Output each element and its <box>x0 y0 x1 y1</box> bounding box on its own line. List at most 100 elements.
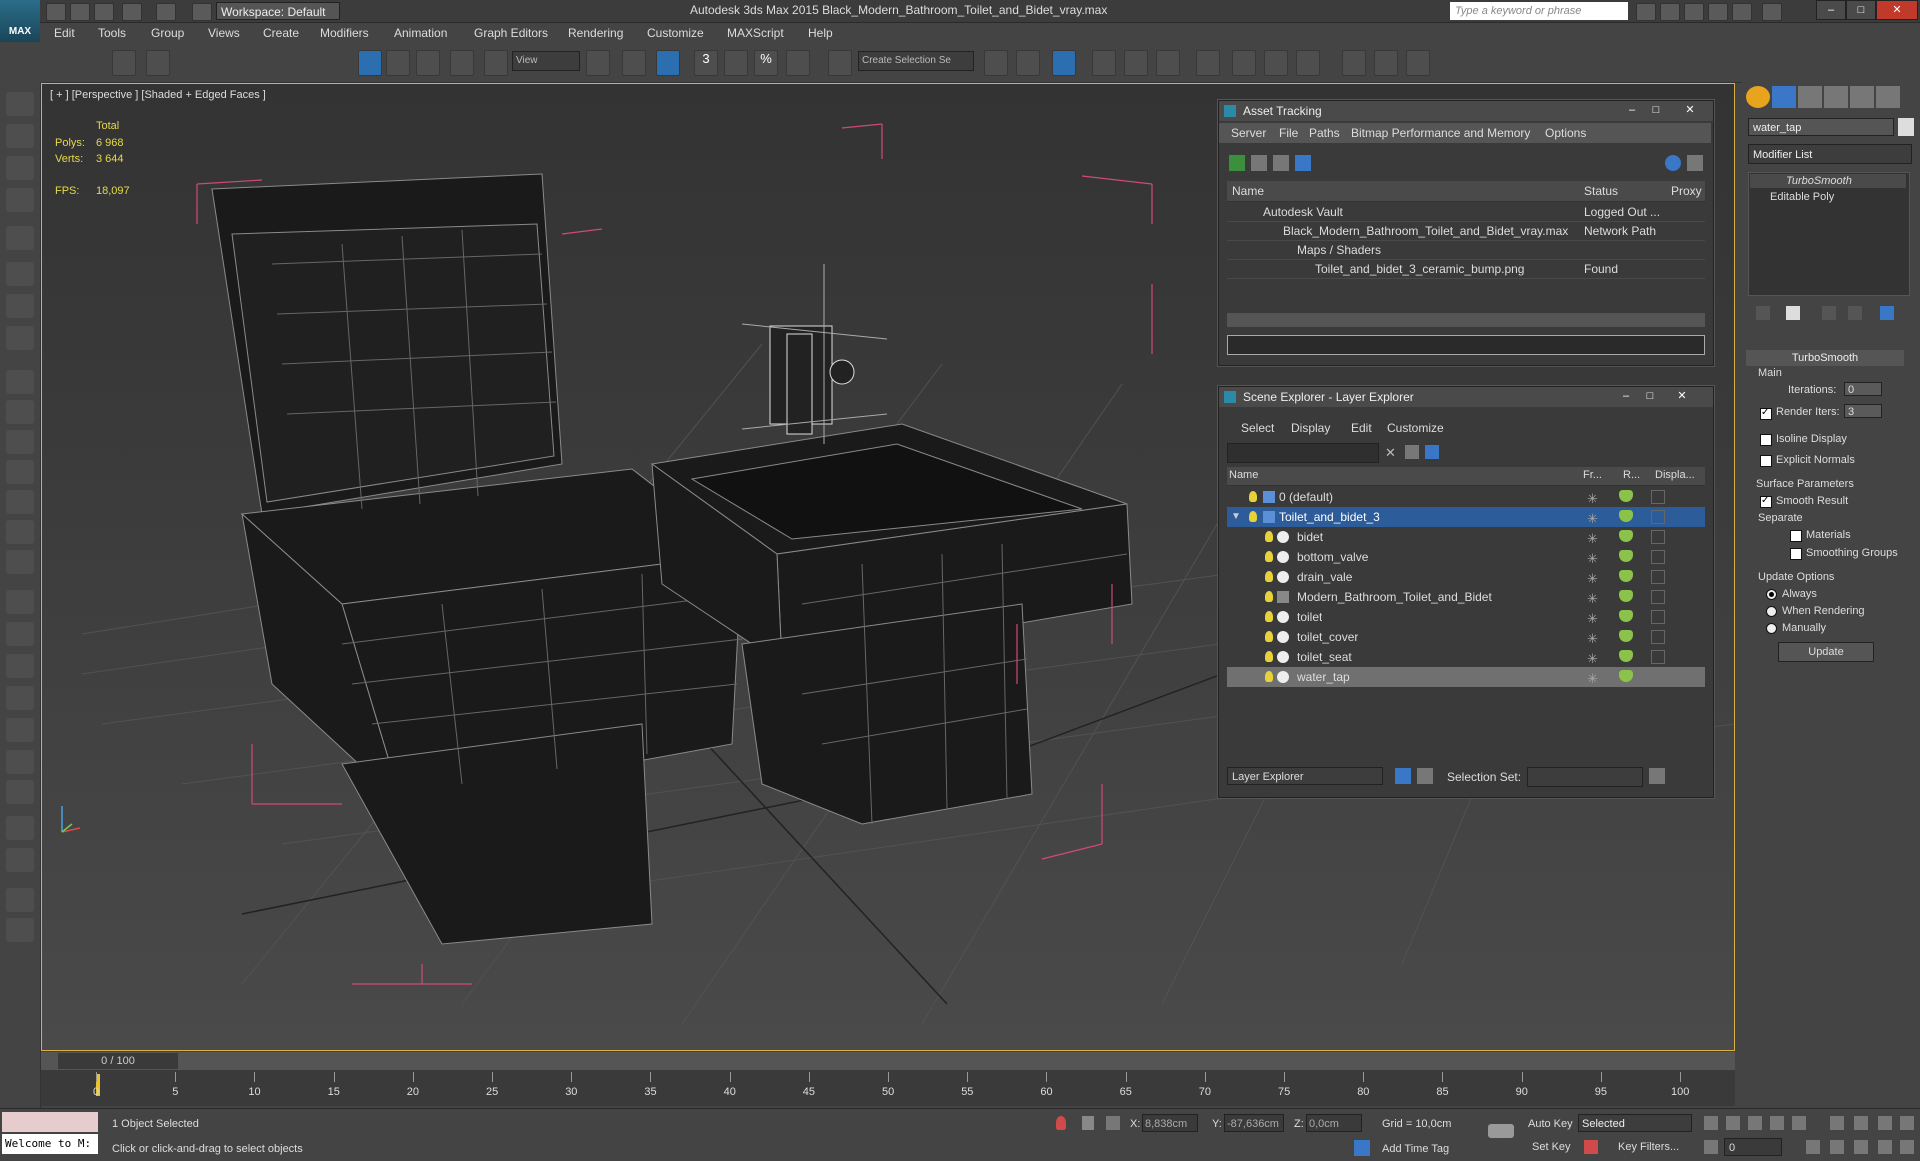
asset-maximize-button[interactable]: □ <box>1645 103 1667 118</box>
list-item[interactable]: water_tap ✳ <box>1227 667 1705 687</box>
display-box-icon[interactable] <box>1651 550 1665 564</box>
menu-help[interactable]: Help <box>808 26 833 40</box>
absolute-mode-icon[interactable] <box>1106 1116 1120 1130</box>
render-teapot-icon[interactable] <box>1619 650 1633 662</box>
percent-snap-icon[interactable]: % <box>754 50 778 76</box>
render-teapot-icon[interactable] <box>1619 510 1633 522</box>
se-minimize-button[interactable]: – <box>1615 389 1637 404</box>
time-tag-icon[interactable] <box>1354 1140 1370 1156</box>
material-editor-icon[interactable] <box>1196 50 1220 76</box>
render-teapot-icon[interactable] <box>1619 530 1633 542</box>
smoothing-groups-checkbox[interactable] <box>1790 548 1802 560</box>
render-teapot-icon[interactable] <box>1619 590 1633 602</box>
stack-item-editable-poly[interactable]: Editable Poly <box>1750 190 1906 204</box>
list-item[interactable]: bottom_valve ✳ <box>1227 547 1705 567</box>
se-close-button[interactable]: ✕ <box>1665 389 1699 404</box>
hair-icon[interactable] <box>6 750 34 774</box>
se-search-input[interactable] <box>1227 443 1379 463</box>
freeze-icon[interactable]: ✳ <box>1587 529 1598 549</box>
asset-menu-bitmap[interactable]: Bitmap Performance and Memory <box>1351 126 1530 140</box>
play-icon[interactable] <box>1748 1116 1762 1130</box>
z-coordinate-field[interactable]: 0,0cm <box>1306 1114 1362 1132</box>
list-item[interactable]: toilet_seat ✳ <box>1227 647 1705 667</box>
hierarchy-tab-icon[interactable] <box>1798 86 1822 108</box>
display-box-icon[interactable] <box>1651 650 1665 664</box>
field-of-view-icon[interactable] <box>1830 1140 1844 1154</box>
time-slider-thumb[interactable]: 0 / 100 <box>58 1053 178 1069</box>
stack-item-turbosmooth[interactable]: TurboSmooth <box>1750 174 1906 188</box>
col-freeze[interactable]: Fr... <box>1583 469 1602 481</box>
render-teapot-icon[interactable] <box>1619 630 1633 642</box>
time-configuration-icon[interactable] <box>1806 1140 1820 1154</box>
display-box-icon[interactable] <box>1651 510 1665 524</box>
rotate-icon[interactable] <box>416 50 440 76</box>
col-name[interactable]: Name <box>1229 469 1258 481</box>
display-box-icon[interactable] <box>1651 490 1665 504</box>
iterations-spinner[interactable]: 0 <box>1844 382 1882 396</box>
viewport-label[interactable]: [ + ] [Perspective ] [Shaded + Edged Fac… <box>50 89 266 101</box>
utilities-tab-icon[interactable] <box>1876 86 1900 108</box>
pivot-center-icon[interactable] <box>586 50 610 76</box>
help-icon[interactable] <box>1762 3 1782 21</box>
vray-paint-icon[interactable] <box>1374 50 1398 76</box>
lightbulb-icon[interactable] <box>1265 531 1273 542</box>
time-slider[interactable] <box>41 1052 1735 1070</box>
list-item[interactable]: toilet_cover ✳ <box>1227 627 1705 647</box>
freeze-icon[interactable]: ✳ <box>1587 489 1598 509</box>
named-selection-sets-dropdown[interactable]: Create Selection Se <box>858 51 974 71</box>
grid-icon[interactable] <box>6 188 34 212</box>
display-box-icon[interactable] <box>1651 630 1665 644</box>
zoom-extents-icon[interactable] <box>1878 1116 1892 1130</box>
when-rendering-radio[interactable] <box>1766 606 1777 617</box>
list-item[interactable]: toilet ✳ <box>1227 607 1705 627</box>
list-icon[interactable] <box>6 156 34 180</box>
mirror-icon[interactable] <box>984 50 1008 76</box>
explicit-normals-checkbox[interactable] <box>1760 455 1772 467</box>
render-setup-icon[interactable] <box>1232 50 1256 76</box>
search-input[interactable]: Type a keyword or phrase <box>1450 2 1628 20</box>
geosphere-icon[interactable] <box>6 780 34 804</box>
menu-animation[interactable]: Animation <box>394 26 447 40</box>
undo-icon[interactable] <box>122 3 142 21</box>
film-icon[interactable] <box>6 326 34 350</box>
particles-icon[interactable] <box>6 590 34 614</box>
render-window-icon[interactable] <box>6 124 34 148</box>
menu-modifiers[interactable]: Modifiers <box>320 26 369 40</box>
teapot-shape-icon[interactable] <box>6 460 34 484</box>
se-menu-select[interactable]: Select <box>1241 421 1274 435</box>
zoom-extents-all-icon[interactable] <box>1900 1116 1914 1130</box>
asset-settings-icon[interactable] <box>1687 155 1703 171</box>
pin-stack-icon[interactable] <box>1756 306 1770 320</box>
freeze-icon[interactable]: ✳ <box>1587 609 1598 629</box>
auto-key-button[interactable]: Auto Key <box>1528 1118 1573 1130</box>
binoculars-icon[interactable] <box>1636 3 1656 21</box>
refresh-icon[interactable] <box>1229 155 1245 171</box>
isolate-selection-icon[interactable] <box>1056 1116 1066 1130</box>
help-circle-icon[interactable] <box>6 918 34 942</box>
render-iters-checkbox[interactable] <box>1760 407 1772 420</box>
align-icon[interactable] <box>1016 50 1040 76</box>
menu-views[interactable]: Views <box>208 26 240 40</box>
favorites-icon[interactable] <box>1708 3 1728 21</box>
freeze-icon[interactable]: ✳ <box>1587 669 1598 689</box>
menu-customize[interactable]: Customize <box>647 26 704 40</box>
set-key-button[interactable]: Set Key <box>1532 1141 1571 1153</box>
menu-graph-editors[interactable]: Graph Editors <box>474 26 548 40</box>
scene-explorer-window[interactable]: Scene Explorer - Layer Explorer – □ ✕ Se… <box>1218 386 1714 798</box>
freeze-icon[interactable]: ✳ <box>1587 549 1598 569</box>
freeze-icon[interactable]: ✳ <box>1587 509 1598 529</box>
keyboard-shortcut-override-icon[interactable] <box>656 50 680 76</box>
asset-minimize-button[interactable]: – <box>1621 103 1643 118</box>
manipulate-icon[interactable] <box>622 50 646 76</box>
manually-radio[interactable] <box>1766 623 1777 634</box>
workspace-dropdown[interactable]: Workspace: Default <box>216 2 340 20</box>
menu-create[interactable]: Create <box>263 26 299 40</box>
se-menu-customize[interactable]: Customize <box>1387 421 1444 435</box>
plane-icon[interactable] <box>6 370 34 394</box>
turbosmooth-rollout-title[interactable]: TurboSmooth <box>1746 350 1904 366</box>
redo-icon[interactable] <box>156 3 176 21</box>
lightbulb-icon[interactable] <box>1249 511 1257 522</box>
lightbulb-icon[interactable] <box>1265 631 1273 642</box>
go-to-end-icon[interactable] <box>1792 1116 1806 1130</box>
col-display[interactable]: Displa... <box>1655 469 1695 481</box>
